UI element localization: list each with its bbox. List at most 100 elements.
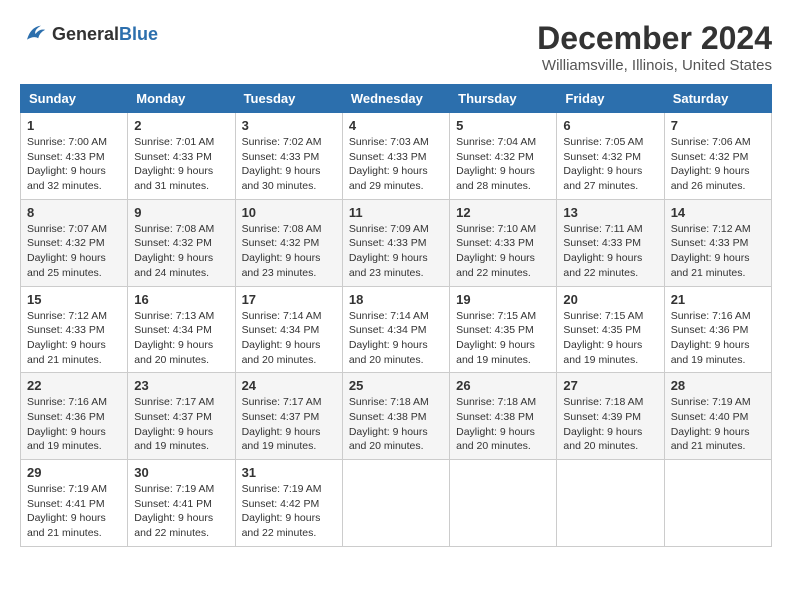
day-info: Sunrise: 7:01 AM Sunset: 4:33 PM Dayligh… [134, 135, 228, 194]
calendar-day-cell [342, 460, 449, 547]
calendar-day-cell: 11 Sunrise: 7:09 AM Sunset: 4:33 PM Dayl… [342, 199, 449, 286]
day-info: Sunrise: 7:12 AM Sunset: 4:33 PM Dayligh… [671, 222, 765, 281]
day-number: 3 [242, 118, 336, 133]
day-info: Sunrise: 7:03 AM Sunset: 4:33 PM Dayligh… [349, 135, 443, 194]
calendar-day-header: Tuesday [235, 85, 342, 113]
calendar-day-cell [557, 460, 664, 547]
day-info: Sunrise: 7:12 AM Sunset: 4:33 PM Dayligh… [27, 309, 121, 368]
day-number: 6 [563, 118, 657, 133]
calendar-day-header: Sunday [21, 85, 128, 113]
logo-blue: Blue [119, 24, 158, 44]
calendar-day-cell: 3 Sunrise: 7:02 AM Sunset: 4:33 PM Dayli… [235, 113, 342, 200]
calendar-day-cell: 7 Sunrise: 7:06 AM Sunset: 4:32 PM Dayli… [664, 113, 771, 200]
day-info: Sunrise: 7:15 AM Sunset: 4:35 PM Dayligh… [563, 309, 657, 368]
location-title: Williamsville, Illinois, United States [537, 57, 772, 74]
day-info: Sunrise: 7:07 AM Sunset: 4:32 PM Dayligh… [27, 222, 121, 281]
calendar-day-cell: 21 Sunrise: 7:16 AM Sunset: 4:36 PM Dayl… [664, 286, 771, 373]
calendar-day-header: Wednesday [342, 85, 449, 113]
day-info: Sunrise: 7:19 AM Sunset: 4:42 PM Dayligh… [242, 482, 336, 541]
calendar-day-cell: 19 Sunrise: 7:15 AM Sunset: 4:35 PM Dayl… [450, 286, 557, 373]
calendar-day-cell: 12 Sunrise: 7:10 AM Sunset: 4:33 PM Dayl… [450, 199, 557, 286]
day-number: 27 [563, 378, 657, 393]
day-number: 2 [134, 118, 228, 133]
calendar-day-cell: 4 Sunrise: 7:03 AM Sunset: 4:33 PM Dayli… [342, 113, 449, 200]
day-info: Sunrise: 7:02 AM Sunset: 4:33 PM Dayligh… [242, 135, 336, 194]
day-number: 30 [134, 465, 228, 480]
title-section: December 2024 Williamsville, Illinois, U… [537, 20, 772, 74]
calendar-day-cell: 26 Sunrise: 7:18 AM Sunset: 4:38 PM Dayl… [450, 373, 557, 460]
day-info: Sunrise: 7:19 AM Sunset: 4:41 PM Dayligh… [27, 482, 121, 541]
calendar-week-row: 22 Sunrise: 7:16 AM Sunset: 4:36 PM Dayl… [21, 373, 772, 460]
calendar-day-cell: 13 Sunrise: 7:11 AM Sunset: 4:33 PM Dayl… [557, 199, 664, 286]
calendar-day-cell: 28 Sunrise: 7:19 AM Sunset: 4:40 PM Dayl… [664, 373, 771, 460]
day-info: Sunrise: 7:17 AM Sunset: 4:37 PM Dayligh… [134, 395, 228, 454]
calendar-week-row: 15 Sunrise: 7:12 AM Sunset: 4:33 PM Dayl… [21, 286, 772, 373]
calendar-day-cell: 27 Sunrise: 7:18 AM Sunset: 4:39 PM Dayl… [557, 373, 664, 460]
day-number: 24 [242, 378, 336, 393]
day-number: 14 [671, 205, 765, 220]
day-number: 12 [456, 205, 550, 220]
day-number: 10 [242, 205, 336, 220]
day-number: 8 [27, 205, 121, 220]
day-number: 20 [563, 292, 657, 307]
calendar-week-row: 1 Sunrise: 7:00 AM Sunset: 4:33 PM Dayli… [21, 113, 772, 200]
day-number: 4 [349, 118, 443, 133]
day-number: 23 [134, 378, 228, 393]
day-info: Sunrise: 7:11 AM Sunset: 4:33 PM Dayligh… [563, 222, 657, 281]
day-number: 29 [27, 465, 121, 480]
day-number: 11 [349, 205, 443, 220]
day-number: 26 [456, 378, 550, 393]
page-header: GeneralBlue December 2024 Williamsville,… [20, 20, 772, 74]
calendar-day-cell: 30 Sunrise: 7:19 AM Sunset: 4:41 PM Dayl… [128, 460, 235, 547]
day-number: 21 [671, 292, 765, 307]
day-info: Sunrise: 7:16 AM Sunset: 4:36 PM Dayligh… [27, 395, 121, 454]
day-info: Sunrise: 7:08 AM Sunset: 4:32 PM Dayligh… [242, 222, 336, 281]
day-number: 25 [349, 378, 443, 393]
day-number: 17 [242, 292, 336, 307]
calendar-header-row: SundayMondayTuesdayWednesdayThursdayFrid… [21, 85, 772, 113]
calendar-day-cell: 16 Sunrise: 7:13 AM Sunset: 4:34 PM Dayl… [128, 286, 235, 373]
day-info: Sunrise: 7:14 AM Sunset: 4:34 PM Dayligh… [242, 309, 336, 368]
calendar-day-cell: 6 Sunrise: 7:05 AM Sunset: 4:32 PM Dayli… [557, 113, 664, 200]
day-info: Sunrise: 7:16 AM Sunset: 4:36 PM Dayligh… [671, 309, 765, 368]
day-info: Sunrise: 7:18 AM Sunset: 4:38 PM Dayligh… [456, 395, 550, 454]
day-number: 5 [456, 118, 550, 133]
logo-general: General [52, 24, 119, 44]
day-info: Sunrise: 7:05 AM Sunset: 4:32 PM Dayligh… [563, 135, 657, 194]
month-title: December 2024 [537, 20, 772, 57]
day-info: Sunrise: 7:08 AM Sunset: 4:32 PM Dayligh… [134, 222, 228, 281]
day-number: 16 [134, 292, 228, 307]
day-number: 19 [456, 292, 550, 307]
day-info: Sunrise: 7:00 AM Sunset: 4:33 PM Dayligh… [27, 135, 121, 194]
day-number: 18 [349, 292, 443, 307]
calendar-week-row: 29 Sunrise: 7:19 AM Sunset: 4:41 PM Dayl… [21, 460, 772, 547]
day-info: Sunrise: 7:18 AM Sunset: 4:38 PM Dayligh… [349, 395, 443, 454]
day-info: Sunrise: 7:04 AM Sunset: 4:32 PM Dayligh… [456, 135, 550, 194]
day-info: Sunrise: 7:10 AM Sunset: 4:33 PM Dayligh… [456, 222, 550, 281]
calendar-day-header: Thursday [450, 85, 557, 113]
day-number: 22 [27, 378, 121, 393]
day-info: Sunrise: 7:09 AM Sunset: 4:33 PM Dayligh… [349, 222, 443, 281]
calendar-table: SundayMondayTuesdayWednesdayThursdayFrid… [20, 84, 772, 547]
calendar-day-cell: 17 Sunrise: 7:14 AM Sunset: 4:34 PM Dayl… [235, 286, 342, 373]
calendar-day-cell: 22 Sunrise: 7:16 AM Sunset: 4:36 PM Dayl… [21, 373, 128, 460]
day-number: 7 [671, 118, 765, 133]
calendar-day-header: Monday [128, 85, 235, 113]
day-number: 1 [27, 118, 121, 133]
calendar-day-cell [664, 460, 771, 547]
calendar-day-cell: 20 Sunrise: 7:15 AM Sunset: 4:35 PM Dayl… [557, 286, 664, 373]
day-number: 9 [134, 205, 228, 220]
logo-icon [20, 20, 48, 48]
day-info: Sunrise: 7:17 AM Sunset: 4:37 PM Dayligh… [242, 395, 336, 454]
calendar-day-cell: 29 Sunrise: 7:19 AM Sunset: 4:41 PM Dayl… [21, 460, 128, 547]
calendar-day-cell: 9 Sunrise: 7:08 AM Sunset: 4:32 PM Dayli… [128, 199, 235, 286]
calendar-day-cell: 5 Sunrise: 7:04 AM Sunset: 4:32 PM Dayli… [450, 113, 557, 200]
day-info: Sunrise: 7:13 AM Sunset: 4:34 PM Dayligh… [134, 309, 228, 368]
day-info: Sunrise: 7:15 AM Sunset: 4:35 PM Dayligh… [456, 309, 550, 368]
calendar-day-cell [450, 460, 557, 547]
day-info: Sunrise: 7:14 AM Sunset: 4:34 PM Dayligh… [349, 309, 443, 368]
calendar-day-cell: 14 Sunrise: 7:12 AM Sunset: 4:33 PM Dayl… [664, 199, 771, 286]
calendar-day-cell: 18 Sunrise: 7:14 AM Sunset: 4:34 PM Dayl… [342, 286, 449, 373]
calendar-day-cell: 24 Sunrise: 7:17 AM Sunset: 4:37 PM Dayl… [235, 373, 342, 460]
calendar-day-cell: 2 Sunrise: 7:01 AM Sunset: 4:33 PM Dayli… [128, 113, 235, 200]
